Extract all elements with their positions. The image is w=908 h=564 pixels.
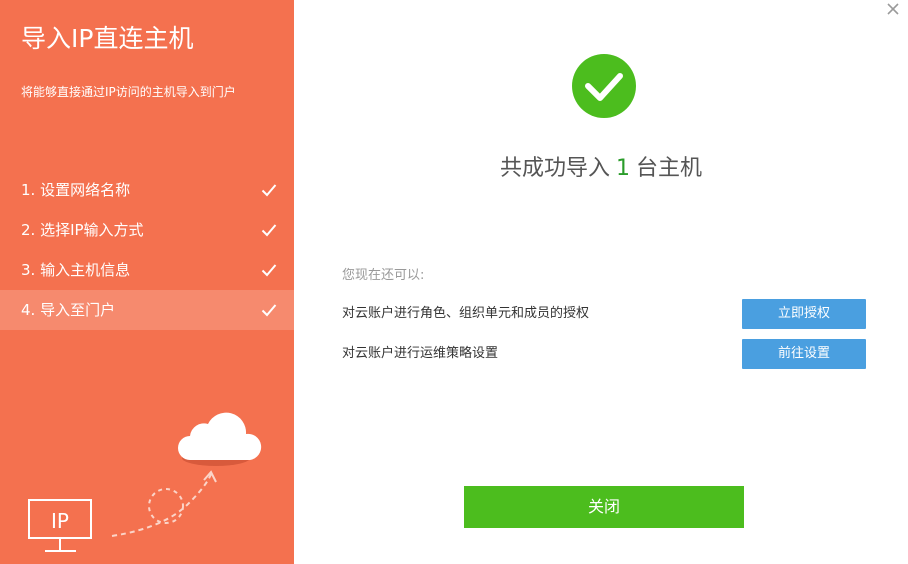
result-suffix: 台主机 [636,156,703,181]
cloud-icon [178,412,262,466]
dialog-description: 将能够直接通过IP访问的主机导入到门户 [21,85,236,99]
ops-policy-description: 对云账户进行运维策略设置 [342,346,499,361]
cloud-upload-illustration [28,412,262,552]
step-label: 3. 输入主机信息 [21,261,131,279]
import-result-message: 共成功导入 1 台主机 [294,152,908,186]
step-label: 1. 设置网络名称 [21,181,131,199]
success-check-icon [572,54,636,118]
step-list: 1. 设置网络名称 2. 选择IP输入方式 3. 输入主机信息 4. 导入至门户 [0,170,294,330]
dialog-title: 导入IP直连主机 [21,24,194,53]
step-4-active: 4. 导入至门户 [0,290,294,330]
step-label: 2. 选择IP输入方式 [21,221,144,239]
result-count: 1 [616,156,630,181]
step-3: 3. 输入主机信息 [0,250,294,290]
wizard-sidebar: 导入IP直连主机 将能够直接通过IP访问的主机导入到门户 1. 设置网络名称 2… [0,0,294,564]
go-to-settings-button[interactable]: 前往设置 [742,339,866,369]
monitor-ip-label: IP [51,509,69,533]
check-icon [261,184,277,197]
check-icon [261,224,277,237]
authorize-description: 对云账户进行角色、组织单元和成员的授权 [342,306,590,321]
step-2: 2. 选择IP输入方式 [0,210,294,250]
close-button[interactable]: 关闭 [464,486,744,528]
result-prefix: 共成功导入 [499,156,610,181]
check-icon [261,304,277,317]
authorize-now-button[interactable]: 立即授权 [742,299,866,329]
close-icon[interactable] [886,2,900,16]
check-icon [261,264,277,277]
upload-arrow-icon [111,470,217,537]
step-label: 4. 导入至门户 [21,301,116,319]
step-1: 1. 设置网络名称 [0,170,294,210]
next-steps-hint: 您现在还可以: [342,268,425,283]
